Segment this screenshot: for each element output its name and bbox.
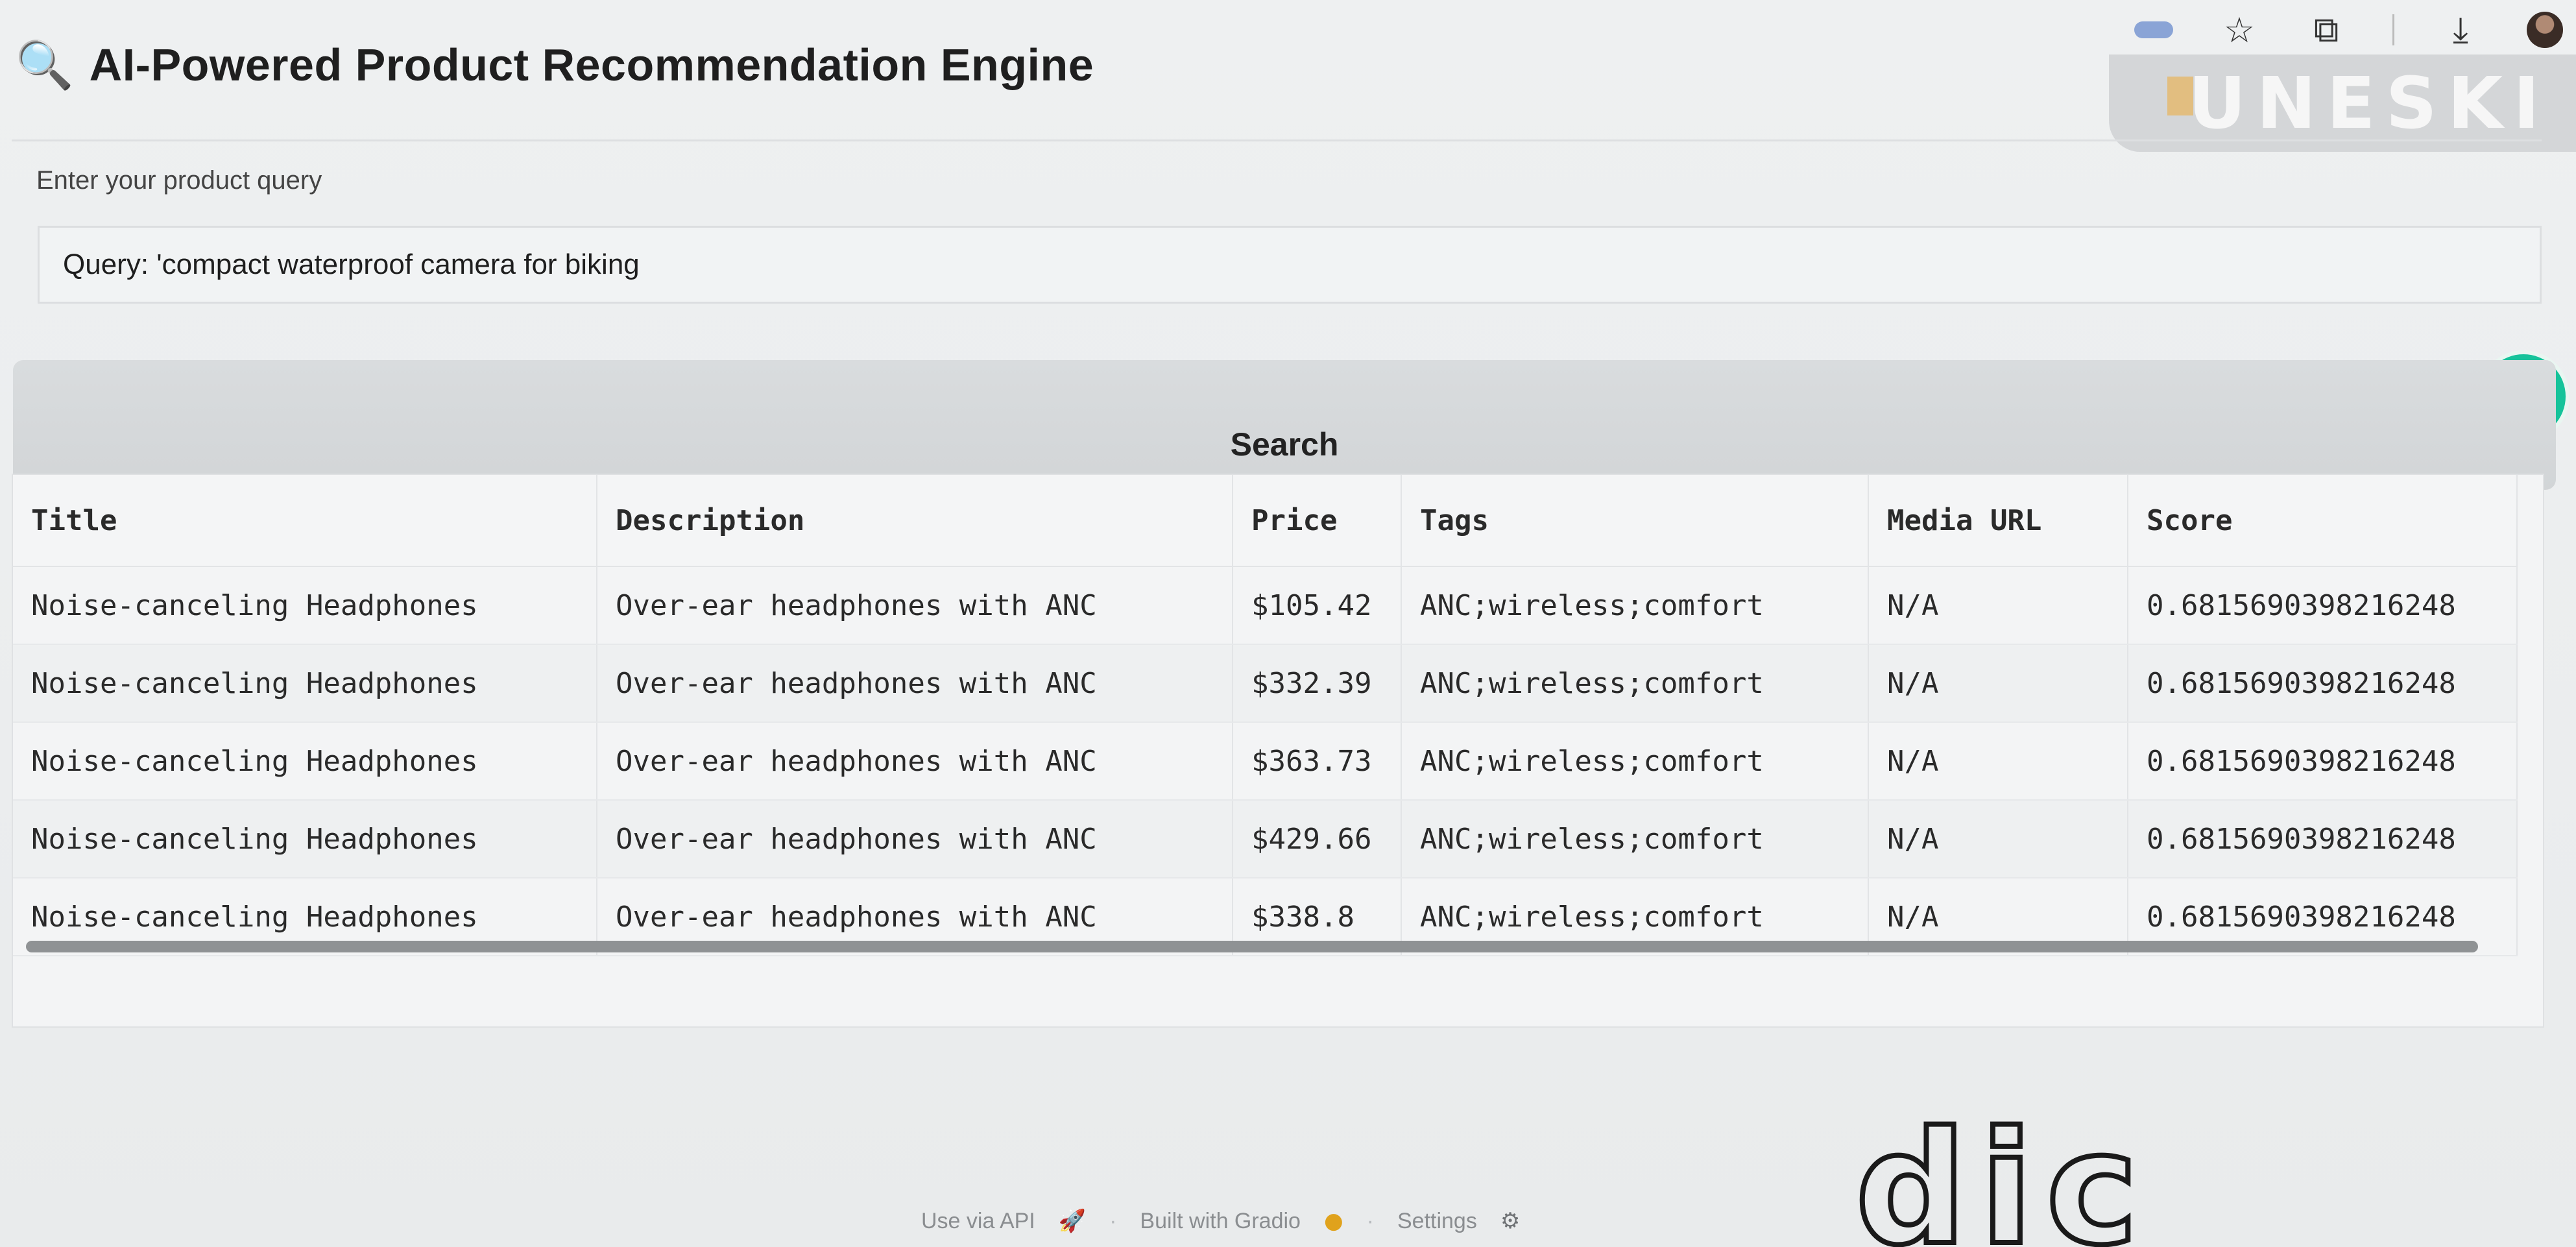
query-label: Enter your product query (36, 166, 322, 195)
cell-description[interactable]: Over-ear headphones with ANC (597, 566, 1233, 645)
settings-link[interactable]: Settings (1397, 1209, 1477, 1234)
cell-price[interactable]: $363.73 (1233, 722, 1402, 801)
use-via-api-link[interactable]: Use via API (921, 1209, 1035, 1234)
cell-price[interactable]: $429.66 (1233, 800, 1402, 878)
gradio-app: ☆ ⧉ ⤓ UNESKI 🔎 AI-Powered Product Recomm… (0, 0, 2576, 1247)
gear-icon[interactable]: ⚙ (1500, 1208, 1520, 1234)
query-block: Enter your product query (12, 139, 2542, 349)
built-with-gradio-link[interactable]: Built with Gradio (1140, 1209, 1301, 1234)
extensions-icon[interactable]: ⧉ (2305, 9, 2347, 51)
cell-price[interactable]: $332.39 (1233, 644, 1402, 723)
footer-separator: · (1366, 1208, 1374, 1233)
cell-description[interactable]: Over-ear headphones with ANC (597, 722, 1233, 801)
column-header-description[interactable]: Description (597, 475, 1233, 567)
column-header-title[interactable]: Title (13, 475, 597, 567)
table-row: Noise-canceling Headphones Over-ear head… (13, 800, 2518, 878)
toolbar-divider (2392, 14, 2394, 45)
cell-title[interactable]: Noise-canceling Headphones (13, 800, 597, 878)
watermark-text: UNESKI (2188, 62, 2550, 145)
table-row: Noise-canceling Headphones Over-ear head… (13, 722, 2518, 801)
cell-score[interactable]: 0.6815690398216248 (2128, 800, 2518, 878)
column-header-price[interactable]: Price (1233, 475, 1402, 567)
cell-tags[interactable]: ANC;wireless;comfort (1401, 722, 1869, 801)
cell-price[interactable]: $105.42 (1233, 566, 1402, 645)
gradio-logo-icon: ● (1323, 1208, 1343, 1234)
cell-score[interactable]: 0.6815690398216248 (2128, 566, 2518, 645)
cell-tags[interactable]: ANC;wireless;comfort (1401, 644, 1869, 723)
column-header-score[interactable]: Score (2128, 475, 2518, 567)
search-button[interactable]: Search (13, 360, 2556, 490)
cell-title[interactable]: Noise-canceling Headphones (13, 722, 597, 801)
column-header-media-url[interactable]: Media URL (1868, 475, 2128, 567)
watermark-bar (2167, 77, 2193, 115)
table-header-row: Title Description Price Tags Media URL S… (13, 475, 2518, 567)
corner-logo-overlay: dic (1853, 1098, 2152, 1247)
query-input[interactable] (38, 226, 2542, 304)
download-icon[interactable]: ⤓ (2440, 9, 2481, 51)
cell-media-url[interactable]: N/A (1868, 644, 2128, 723)
footer: Use via API 🚀 · Built with Gradio ● · Se… (921, 1208, 1520, 1234)
results-table: Title Description Price Tags Media URL S… (13, 475, 2518, 956)
cell-media-url[interactable]: N/A (1868, 800, 2128, 878)
cell-score[interactable]: 0.6815690398216248 (2128, 722, 2518, 801)
cell-tags[interactable]: ANC;wireless;comfort (1401, 800, 1869, 878)
cell-description[interactable]: Over-ear headphones with ANC (597, 644, 1233, 723)
star-icon[interactable]: ☆ (2219, 9, 2260, 51)
watermark-overlay: UNESKI (2109, 54, 2576, 152)
cell-description[interactable]: Over-ear headphones with ANC (597, 800, 1233, 878)
footer-separator: · (1109, 1208, 1117, 1233)
horizontal-scrollbar[interactable] (26, 941, 2478, 952)
extension-pill-icon[interactable] (2134, 21, 2173, 38)
avatar[interactable] (2527, 12, 2563, 48)
page-title: AI-Powered Product Recommendation Engine (89, 40, 1094, 90)
column-header-tags[interactable]: Tags (1401, 475, 1869, 567)
cell-tags[interactable]: ANC;wireless;comfort (1401, 566, 1869, 645)
page-header: 🔎 AI-Powered Product Recommendation Engi… (16, 38, 1094, 92)
cell-score[interactable]: 0.6815690398216248 (2128, 644, 2518, 723)
cell-media-url[interactable]: N/A (1868, 566, 2128, 645)
table-row: Noise-canceling Headphones Over-ear head… (13, 644, 2518, 723)
cell-title[interactable]: Noise-canceling Headphones (13, 644, 597, 723)
browser-toolbar: ☆ ⧉ ⤓ (2134, 4, 2563, 56)
magnifier-icon: 🔎 (16, 38, 74, 92)
rocket-icon: 🚀 (1058, 1208, 1087, 1234)
table-row: Noise-canceling Headphones Over-ear head… (13, 566, 2518, 645)
cell-title[interactable]: Noise-canceling Headphones (13, 566, 597, 645)
cell-media-url[interactable]: N/A (1868, 722, 2128, 801)
